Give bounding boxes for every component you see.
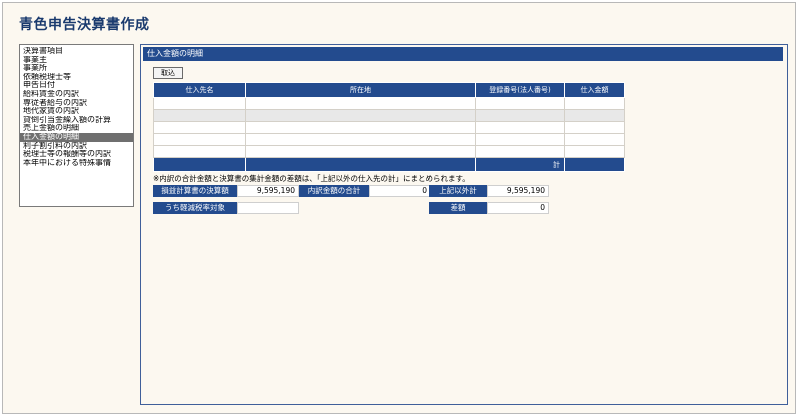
table-cell[interactable] (564, 97, 625, 110)
column-header-amount: 仕入金額 (564, 82, 625, 98)
table-cell[interactable] (245, 145, 476, 158)
reduced-tax-label: うち軽減税率対象 (153, 202, 237, 214)
difference-value: 0 (487, 202, 549, 214)
table-cell[interactable] (153, 145, 246, 158)
table-cell[interactable] (475, 109, 565, 122)
table-cell[interactable] (564, 109, 625, 122)
reduced-tax-value[interactable] (237, 202, 299, 214)
sidebar-item[interactable]: 決算書項目 (20, 47, 133, 56)
table-cell[interactable] (245, 121, 476, 134)
sidebar-item[interactable]: 本年中における特殊事情 (20, 159, 133, 168)
purchase-detail-panel: 仕入金額の明細 取込 仕入先名 所在地 登録番号(法人番号) 仕入金額 計 ※内… (140, 44, 788, 405)
sidebar-item[interactable]: 事業所 (20, 64, 133, 73)
table-cell[interactable] (153, 109, 246, 122)
table-cell[interactable] (475, 145, 565, 158)
section-title: 仕入金額の明細 (143, 47, 783, 61)
table-row[interactable] (153, 121, 625, 134)
total-amount-cell (564, 157, 625, 172)
settlement-amount-value: 9,595,190 (237, 185, 299, 197)
table-cell[interactable] (564, 121, 625, 134)
breakdown-total-label: 内訳金額の合計 (299, 185, 369, 197)
table-cell[interactable] (475, 121, 565, 134)
other-total-value: 9,595,190 (487, 185, 549, 197)
total-label: 計 (475, 157, 565, 172)
sidebar-item[interactable]: 依頼税理士等 (20, 73, 133, 82)
sidebar-item[interactable]: 地代家賃の内訳 (20, 107, 133, 116)
table-cell[interactable] (153, 133, 246, 146)
table-cell[interactable] (153, 121, 246, 134)
table-cell[interactable] (245, 133, 476, 146)
table-row[interactable] (153, 145, 625, 158)
table-row[interactable] (153, 97, 625, 110)
table-cell[interactable] (475, 133, 565, 146)
column-header-address: 所在地 (245, 82, 476, 98)
purchase-table: 仕入先名 所在地 登録番号(法人番号) 仕入金額 計 (153, 82, 625, 172)
total-cell-blank (245, 157, 476, 172)
sidebar-item[interactable]: 給料賃金の内訳 (20, 90, 133, 99)
breakdown-total-value: 0 (369, 185, 431, 197)
other-total-label: 上記以外計 (429, 185, 487, 197)
sidebar-item[interactable]: 申告日付 (20, 81, 133, 90)
difference-label: 差額 (429, 202, 487, 214)
difference-note: ※内訳の合計金額と決算書の集計金額の差額は、「上記以外の仕入先の計」にまとめられ… (153, 174, 470, 183)
total-cell-blank (153, 157, 246, 172)
sidebar-item[interactable]: 仕入金額の明細 (20, 132, 133, 142)
table-cell[interactable] (564, 145, 625, 158)
table-row[interactable] (153, 133, 625, 146)
table-cell[interactable] (475, 97, 565, 110)
sidebar-item[interactable]: 事業主 (20, 56, 133, 65)
app-title: 青色申告決算書作成 (19, 17, 150, 33)
section-list[interactable]: 決算書項目 事業主 事業所 依頼税理士等 申告日付 給料賃金の内訳 専従者給与の内訳 地代家賃… (19, 44, 134, 207)
table-cell[interactable] (153, 97, 246, 110)
settlement-amount-label: 損益計算書の決算額 (153, 185, 237, 197)
column-header-registration-number: 登録番号(法人番号) (475, 82, 565, 98)
sidebar-item[interactable]: 利子割引料の内訳 (20, 142, 133, 151)
table-cell[interactable] (245, 97, 476, 110)
import-button[interactable]: 取込 (153, 67, 183, 79)
sidebar-item[interactable]: 税理士等の報酬等の内訳 (20, 150, 133, 159)
app-window: 青色申告決算書作成 決算書項目 事業主 事業所 依頼税理士等 申告日付 給料賃金の内訳 専従… (2, 2, 796, 414)
table-cell[interactable] (564, 133, 625, 146)
column-header-supplier: 仕入先名 (153, 82, 246, 98)
total-row: 計 (153, 157, 625, 172)
table-cell[interactable] (245, 109, 476, 122)
table-row[interactable] (153, 109, 625, 122)
sidebar-item[interactable]: 売上金額の明細 (20, 124, 133, 133)
sidebar-item[interactable]: 貸倒引当金繰入額の計算 (20, 116, 133, 125)
sidebar-item[interactable]: 専従者給与の内訳 (20, 99, 133, 108)
